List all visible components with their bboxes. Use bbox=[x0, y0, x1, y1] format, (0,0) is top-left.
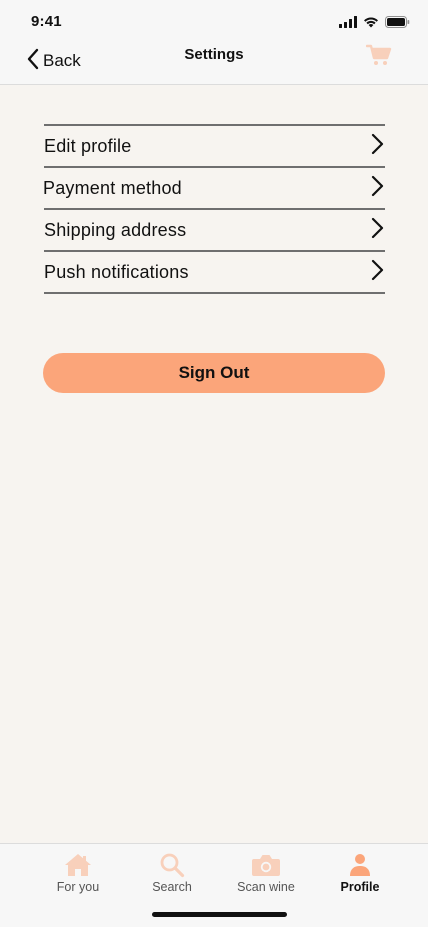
chevron-right-icon bbox=[371, 175, 385, 202]
settings-item-edit-profile[interactable]: Edit profile bbox=[44, 126, 385, 168]
settings-item-label: Push notifications bbox=[44, 261, 189, 282]
sign-out-button[interactable]: Sign Out bbox=[43, 353, 385, 393]
navigation-bar: Back Settings bbox=[0, 42, 428, 85]
tab-search[interactable]: Search bbox=[125, 852, 219, 894]
tab-scan-wine[interactable]: Scan wine bbox=[219, 852, 313, 894]
camera-icon bbox=[251, 852, 281, 878]
home-indicator bbox=[152, 912, 287, 917]
chevron-right-icon bbox=[371, 217, 385, 244]
settings-list: Edit profile Payment method Shipping add… bbox=[43, 124, 385, 294]
settings-item-label: Edit profile bbox=[44, 135, 132, 156]
tab-profile[interactable]: Profile bbox=[313, 852, 407, 894]
cart-icon bbox=[365, 44, 392, 70]
cellular-signal-icon bbox=[339, 15, 357, 33]
search-icon bbox=[157, 852, 187, 878]
settings-item-payment-method[interactable]: Payment method bbox=[43, 168, 385, 210]
settings-item-label: Payment method bbox=[43, 177, 182, 198]
wifi-icon bbox=[363, 15, 379, 33]
page-title: Settings bbox=[184, 46, 244, 63]
battery-icon bbox=[385, 15, 410, 33]
tab-label: Search bbox=[152, 880, 192, 894]
tab-label: Scan wine bbox=[237, 880, 295, 894]
chevron-right-icon bbox=[371, 133, 385, 160]
status-time: 9:41 bbox=[31, 13, 62, 30]
tab-label: For you bbox=[56, 880, 100, 894]
settings-item-push-notifications[interactable]: Push notifications bbox=[44, 252, 385, 294]
cart-button[interactable] bbox=[365, 44, 392, 66]
chevron-right-icon bbox=[371, 259, 385, 286]
status-bar: 9:41 bbox=[0, 0, 428, 42]
status-icons bbox=[339, 15, 410, 33]
settings-item-label: Shipping address bbox=[44, 219, 187, 240]
person-icon bbox=[345, 852, 375, 878]
tab-for-you[interactable]: For you bbox=[31, 852, 125, 894]
tab-label: Profile bbox=[340, 880, 380, 894]
home-icon bbox=[63, 852, 93, 878]
settings-item-shipping-address[interactable]: Shipping address bbox=[44, 210, 385, 252]
